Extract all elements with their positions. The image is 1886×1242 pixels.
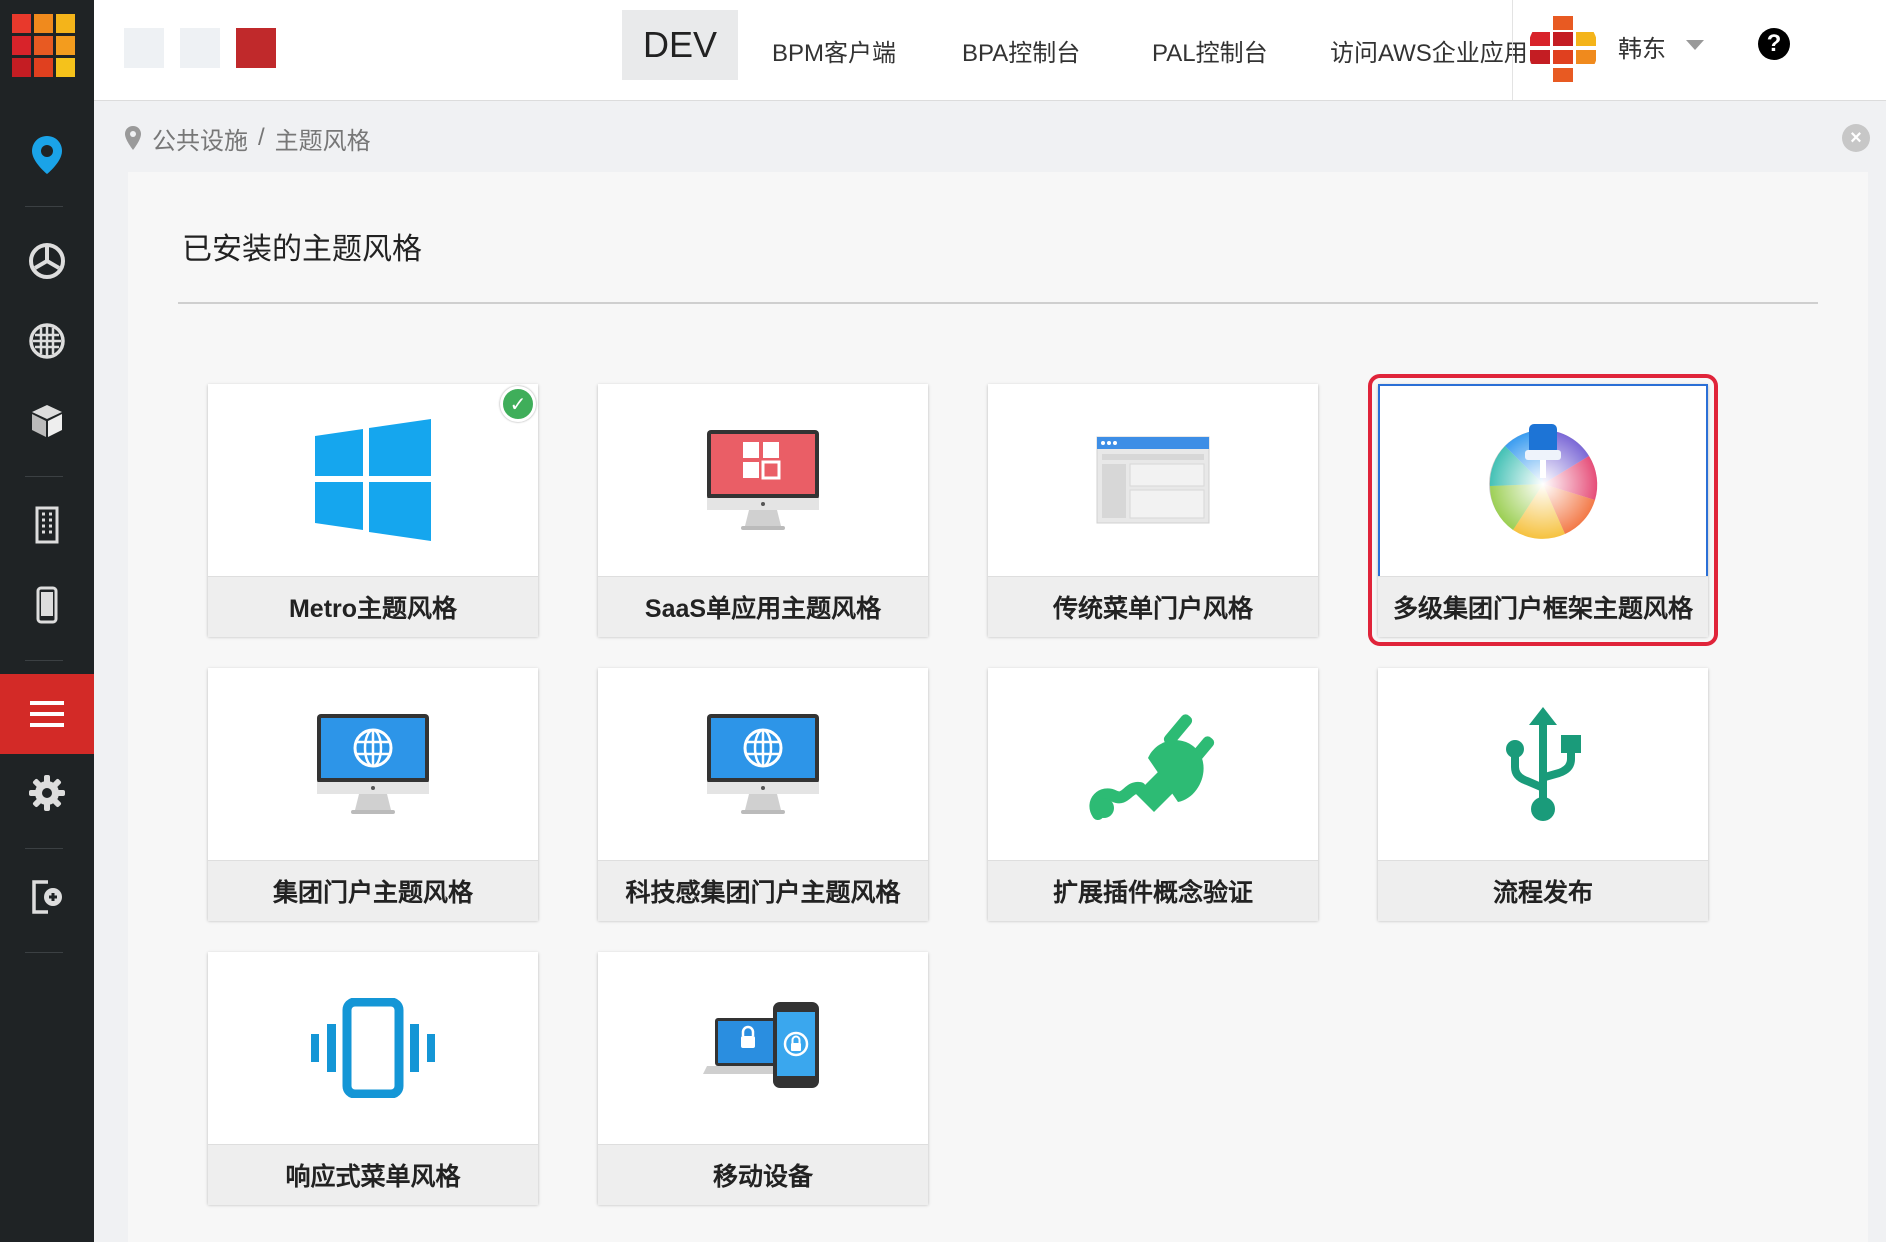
cube-icon	[32, 405, 62, 437]
vibrating-phone-icon	[311, 998, 435, 1098]
plug-icon	[1089, 714, 1215, 820]
building-icon	[35, 506, 59, 544]
header-divider	[1512, 0, 1513, 100]
theme-card-label: SaaS单应用主题风格	[598, 576, 928, 637]
sidebar-item-globe[interactable]	[0, 306, 94, 376]
breadcrumb: 公共设施 / 主题风格	[124, 118, 371, 158]
monitor-red-icon	[707, 430, 819, 530]
windows-logo-icon	[315, 419, 431, 541]
location-pin-icon	[125, 126, 141, 150]
browser-window-icon	[1096, 436, 1210, 524]
theme-card-label: 科技感集团门户主题风格	[598, 860, 928, 921]
color-wheel-brush-icon	[1489, 424, 1598, 539]
monitor-globe-icon	[317, 714, 429, 814]
globe-grid-icon	[29, 323, 65, 359]
breadcrumb-current: 主题风格	[274, 127, 371, 155]
mobile-icon	[36, 586, 58, 624]
close-icon[interactable]: ×	[1842, 124, 1870, 152]
header-tile-3[interactable]	[236, 28, 276, 68]
avatar[interactable]	[1528, 14, 1598, 84]
theme-card-multilevel-group[interactable]: 多级集团门户框架主题风格	[1368, 374, 1718, 646]
sidebar-item-mobile[interactable]	[0, 570, 94, 640]
theme-card-label: 传统菜单门户风格	[988, 576, 1318, 637]
breadcrumb-root[interactable]: 公共设施	[152, 121, 248, 156]
theme-card-plugin-poc[interactable]: 扩展插件概念验证	[988, 668, 1318, 921]
breadcrumb-separator: /	[258, 124, 265, 151]
theme-card-saas[interactable]: SaaS单应用主题风格	[598, 384, 928, 637]
sidebar-item-menu[interactable]	[0, 674, 94, 754]
themes-panel: 已安装的主题风格 ✓ Metro主题风格 SaaS单应用主题风格 传统菜单门户风…	[128, 172, 1868, 1242]
logout-icon	[32, 880, 62, 914]
location-pin-icon	[32, 136, 62, 174]
theme-card-label: 响应式菜单风格	[208, 1144, 538, 1205]
laptop-phone-lock-icon	[703, 1002, 819, 1088]
gear-icon	[29, 775, 65, 811]
sidebar	[0, 0, 94, 1242]
sidebar-item-location[interactable]	[0, 120, 94, 190]
installed-check-icon: ✓	[500, 386, 536, 422]
sidebar-item-logout[interactable]	[0, 862, 94, 932]
sidebar-item-cube[interactable]	[0, 386, 94, 456]
theme-card-label: Metro主题风格	[208, 576, 538, 637]
theme-card-group-portal[interactable]: 集团门户主题风格	[208, 668, 538, 921]
header-tile-2[interactable]	[180, 28, 220, 68]
theme-card-process-publish[interactable]: 流程发布	[1378, 668, 1708, 921]
nav-dev[interactable]: DEV	[622, 10, 739, 80]
theme-card-label: 集团门户主题风格	[208, 860, 538, 921]
section-divider	[178, 302, 1818, 304]
theme-card-metro[interactable]: ✓ Metro主题风格	[208, 384, 538, 637]
dashboard-icon	[29, 243, 65, 279]
section-title: 已安装的主题风格	[182, 233, 422, 266]
nav-pal-console[interactable]: PAL控制台	[1152, 0, 1268, 100]
menu-icon	[30, 701, 64, 727]
monitor-globe-icon	[707, 714, 819, 814]
usb-icon	[1506, 707, 1581, 821]
sidebar-item-building[interactable]	[0, 490, 94, 560]
user-name[interactable]: 韩东	[1618, 0, 1666, 92]
theme-card-responsive-menu[interactable]: 响应式菜单风格	[208, 952, 538, 1205]
theme-card-label: 流程发布	[1378, 860, 1708, 921]
theme-card-label: 多级集团门户框架主题风格	[1378, 576, 1708, 637]
nav-bpm-client[interactable]: BPM客户端	[772, 0, 896, 100]
help-icon[interactable]: ?	[1758, 28, 1790, 60]
sidebar-item-dashboard[interactable]	[0, 226, 94, 296]
theme-card-mobile-device[interactable]: 移动设备	[598, 952, 928, 1205]
theme-card-label: 移动设备	[598, 1144, 928, 1205]
theme-card-classic-menu[interactable]: 传统菜单门户风格	[988, 384, 1318, 637]
chevron-down-icon[interactable]	[1686, 40, 1704, 50]
theme-card-label: 扩展插件概念验证	[988, 860, 1318, 921]
header-tile-1[interactable]	[124, 28, 164, 68]
sidebar-item-settings[interactable]	[0, 758, 94, 828]
nav-bpa-console[interactable]: BPA控制台	[962, 0, 1080, 100]
theme-card-tech-group-portal[interactable]: 科技感集团门户主题风格	[598, 668, 928, 921]
app-logo[interactable]	[12, 14, 76, 78]
